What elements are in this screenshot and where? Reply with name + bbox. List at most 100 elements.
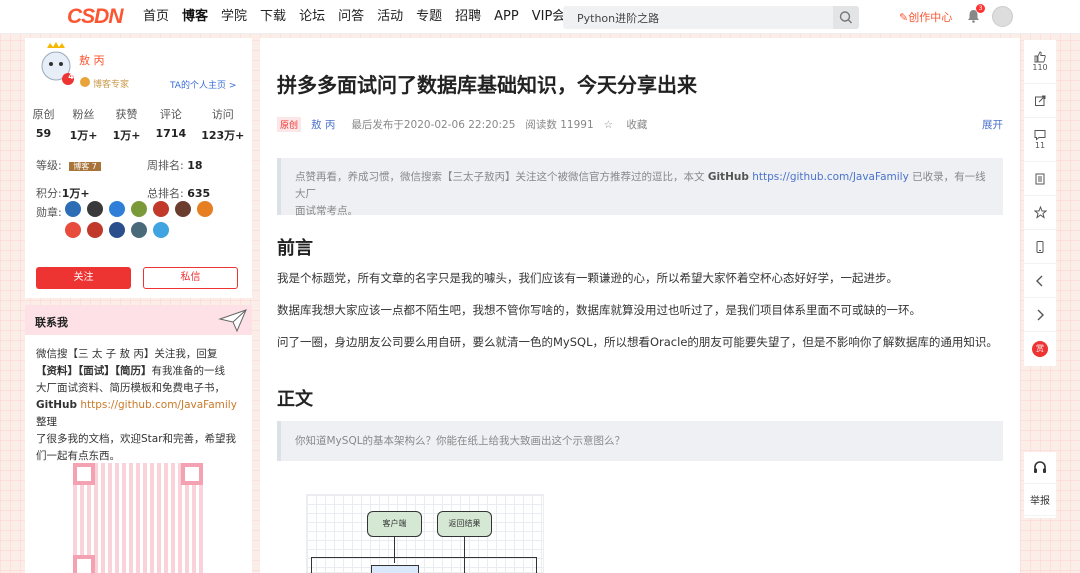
expert-icon — [80, 77, 90, 87]
nav-item-app[interactable]: APP — [494, 0, 519, 34]
medal-icon[interactable] — [87, 201, 103, 217]
medal-icon[interactable] — [197, 201, 213, 217]
support-toolbar: 举报 — [1024, 452, 1056, 518]
article-toolbar: 110 11 赏 — [1024, 40, 1056, 366]
github-link[interactable]: https://github.com/JavaFamily — [80, 399, 237, 411]
article-author[interactable]: 敖 丙 — [311, 119, 335, 131]
nav-item-forum[interactable]: 论坛 — [299, 0, 325, 34]
mysql-architecture-diagram: 客户端 返回结果 — [306, 494, 544, 573]
contact-card: 联系我 微信搜【三 太 子 敖 丙】关注我，回复 【资料】【面试】【简历】有我准… — [25, 305, 252, 573]
expand-button[interactable]: 展开 — [982, 117, 1003, 132]
stat-original: 原创 59 — [32, 108, 55, 140]
star-icon: ☆ — [603, 119, 614, 131]
comment-button[interactable]: 11 — [1024, 118, 1056, 162]
diagram-node-result: 返回结果 — [437, 511, 492, 537]
comment-count: 11 — [1034, 141, 1046, 150]
author-profile-card: 4 敖 丙 博客专家 TA的个人主页 > 原创 59 粉丝 1万+ 获赞 1万+ 评论… — [25, 38, 252, 298]
paper-plane-icon — [218, 309, 247, 333]
expert-title: 博客专家 — [93, 80, 130, 90]
stat-comments: 评论 1714 — [155, 108, 187, 140]
nav-item-academy[interactable]: 学院 — [221, 0, 247, 34]
top-navbar: CSDN 首页 博客 学院 下载 论坛 问答 活动 专题 招聘 APP VIP会… — [0, 0, 1080, 34]
nav-item-jobs[interactable]: 招聘 — [455, 0, 481, 34]
nav-item-blog[interactable]: 博客 — [182, 0, 208, 34]
search-icon — [839, 11, 852, 24]
headset-icon — [1034, 460, 1046, 473]
message-button[interactable]: 私信 — [143, 267, 238, 289]
nav-item-download[interactable]: 下载 — [260, 0, 286, 34]
main-nav: 首页 博客 学院 下载 论坛 问答 活动 专题 招聘 APP VIP会员 — [143, 0, 591, 34]
intro-quote: 点赞再看，养成习惯，微信搜索【三太子敖丙】关注这个被微信官方推荐过的逗比，本文 … — [277, 158, 1003, 217]
heading-preface: 前言 — [277, 238, 313, 259]
comment-icon — [1034, 130, 1046, 141]
publish-time: 最后发布于2020-02-06 22:20:25 — [351, 119, 516, 131]
github-link-article[interactable]: https://github.com/JavaFamily — [752, 171, 909, 183]
nav-item-home[interactable]: 首页 — [143, 0, 169, 34]
nav-item-qa[interactable]: 问答 — [338, 0, 364, 34]
paragraph-3: 问了一圈，身边朋友公司要么用自研，要么就清一色的MySQL，所以想看Oracle… — [277, 335, 998, 349]
wechat-qr-code — [73, 463, 203, 573]
prev-article-button[interactable] — [1024, 264, 1056, 298]
mobile-view-button[interactable] — [1024, 230, 1056, 264]
diagram-node-client: 客户端 — [367, 511, 422, 537]
medal-icon[interactable] — [153, 222, 169, 238]
share-button[interactable] — [1024, 84, 1056, 118]
grade-badge: 博客 7 — [69, 162, 101, 171]
user-avatar[interactable] — [992, 6, 1013, 27]
search-box — [563, 6, 859, 29]
csdn-logo[interactable]: CSDN — [67, 5, 124, 29]
reward-button[interactable]: 赏 — [1024, 332, 1056, 366]
article-main: 拼多多面试问了数据库基础知识，今天分享出来 原创敖 丙 最后发布于2020-02-… — [260, 38, 1020, 573]
chevron-right-icon — [1037, 309, 1044, 320]
customer-service-button[interactable] — [1024, 452, 1056, 484]
total-rank: 总排名: 635 — [147, 187, 211, 200]
medal-icon[interactable] — [175, 201, 191, 217]
document-icon — [1035, 173, 1045, 184]
creator-center-link[interactable]: ✎创作中心 — [899, 9, 952, 25]
next-article-button[interactable] — [1024, 298, 1056, 332]
chevron-left-icon — [1036, 275, 1043, 286]
report-button[interactable]: 举报 — [1024, 484, 1056, 516]
like-count: 110 — [1032, 63, 1048, 72]
follow-button[interactable]: 关注 — [36, 267, 131, 289]
favorite-side-button[interactable] — [1024, 196, 1056, 230]
star-icon — [1033, 206, 1047, 219]
paragraph-1: 我是个标题党，所有文章的名字只是我的噱头，我们应该有一颗谦逊的心，所以希望大家怀… — [277, 271, 898, 285]
share-icon — [1035, 95, 1046, 106]
medal-icon[interactable] — [153, 201, 169, 217]
article-meta: 原创敖 丙 最后发布于2020-02-06 22:20:25 阅读数 11991 ☆ … — [277, 117, 1003, 132]
medal-icon[interactable] — [131, 222, 147, 238]
original-tag: 原创 — [277, 117, 302, 132]
stat-fans: 粉丝 1万+ — [69, 108, 98, 142]
author-name[interactable]: 敖 丙 — [79, 52, 105, 68]
level-number: 4 — [68, 72, 74, 81]
pen-icon: ✎ — [899, 11, 909, 24]
search-input[interactable] — [563, 6, 833, 29]
week-rank: 周排名: 18 — [147, 159, 203, 172]
medal-icon[interactable] — [109, 222, 125, 238]
phone-icon — [1036, 240, 1044, 253]
notification-badge: 3 — [976, 4, 985, 13]
paragraph-2: 数据库我想大家应该一点都不陌生吧，我想不管你写啥的，数据库就算没用过也听过了，是… — [277, 303, 921, 317]
question-quote: 你知道MySQL的基本架构么？你能在纸上给我大致画出这个示意图么？ — [277, 421, 1003, 461]
like-button[interactable]: 110 — [1024, 40, 1056, 84]
contact-header: 联系我 — [25, 305, 252, 335]
contact-text: 微信搜【三 太 子 敖 丙】关注我，回复 【资料】【面试】【简历】有我准备的一线… — [36, 348, 237, 462]
favorite-button[interactable]: ☆ 收藏 — [604, 119, 658, 131]
medal-icon[interactable] — [65, 201, 81, 217]
thumbs-up-icon — [1034, 51, 1046, 63]
author-stats: 原创 59 粉丝 1万+ 获赞 1万+ 评论 1714 访问 123万+ — [25, 106, 252, 143]
search-button[interactable] — [833, 6, 859, 29]
read-count: 阅读数 11991 — [525, 119, 594, 131]
directory-button[interactable] — [1024, 162, 1056, 196]
medal-icon[interactable] — [131, 201, 147, 217]
medal-icon[interactable] — [109, 201, 125, 217]
reward-icon: 赏 — [1032, 341, 1048, 357]
article-title: 拼多多面试问了数据库基础知识，今天分享出来 — [277, 73, 697, 97]
medal-icon[interactable] — [65, 222, 81, 238]
nav-item-topics[interactable]: 专题 — [416, 0, 442, 34]
author-homepage-link[interactable]: TA的个人主页 > — [170, 78, 236, 91]
nav-item-events[interactable]: 活动 — [377, 0, 403, 34]
medals-label: 勋章: — [36, 206, 62, 219]
medal-icon[interactable] — [87, 222, 103, 238]
